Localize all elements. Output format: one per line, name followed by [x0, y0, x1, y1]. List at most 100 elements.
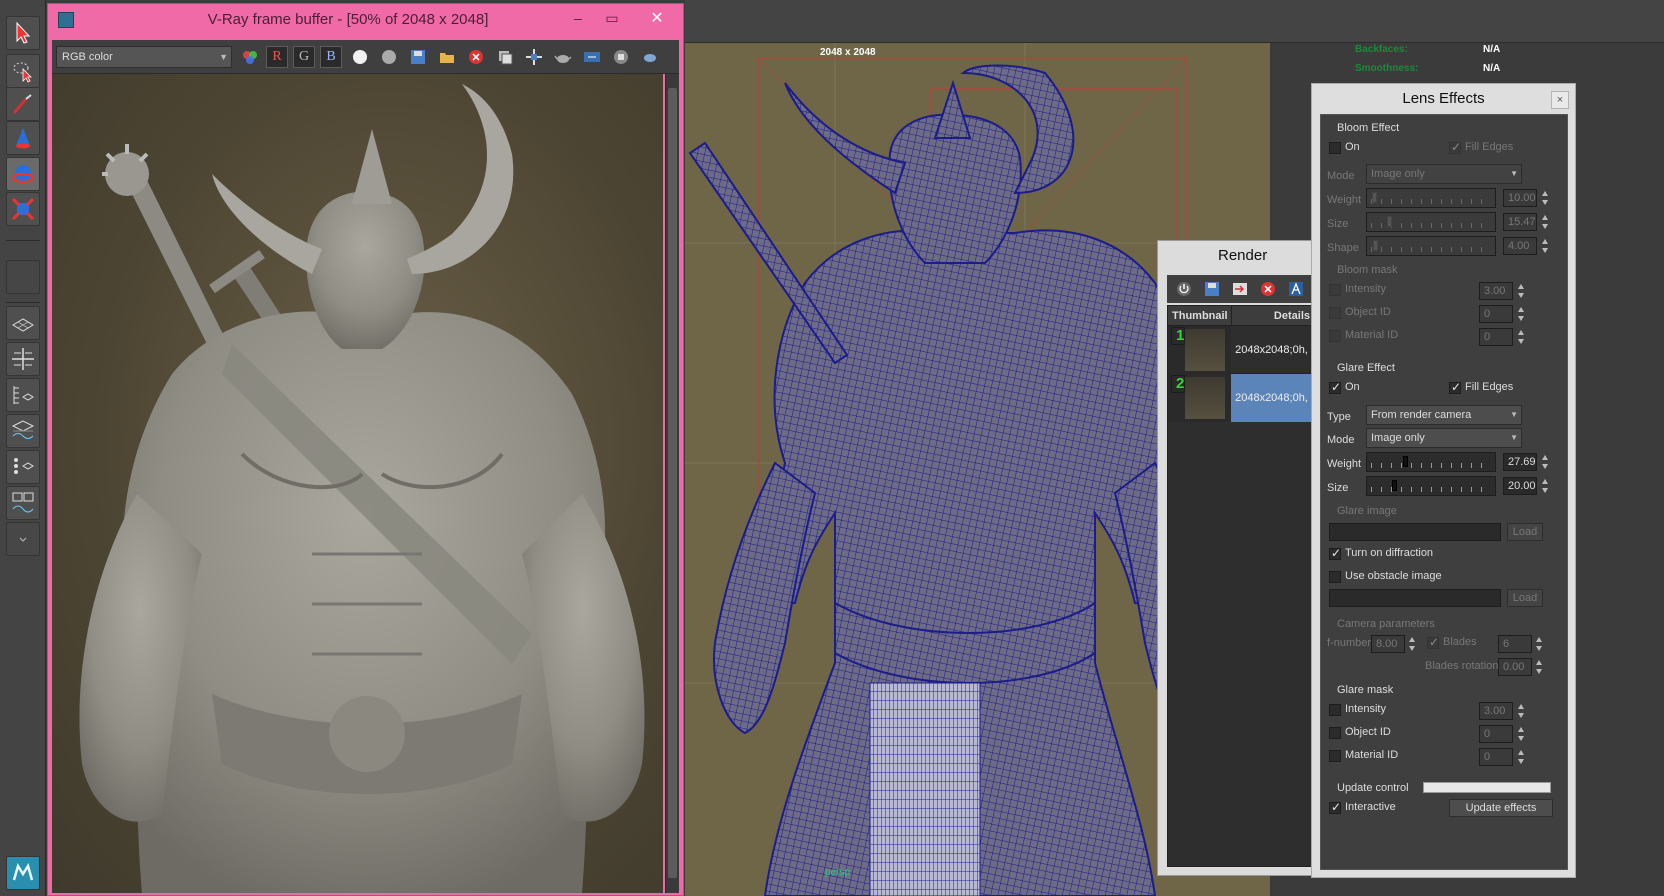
glare-size-slider[interactable] [1366, 476, 1496, 496]
bloom-intensity-checkbox[interactable] [1329, 284, 1341, 296]
fnumber-value[interactable]: 8.00 [1371, 635, 1405, 653]
scale-tool-button[interactable] [6, 192, 40, 226]
glare-mode-select[interactable]: Image only ▼ [1366, 428, 1522, 448]
paint-select-tool-button[interactable] [6, 87, 40, 121]
render-region-button[interactable] [639, 46, 661, 68]
bloom-size-value[interactable]: 15.47 [1503, 213, 1537, 231]
interactive-checkbox[interactable] [1329, 800, 1341, 814]
save-button[interactable] [1201, 278, 1223, 300]
scrollbar-thumb[interactable] [668, 88, 677, 878]
bloom-shape-value[interactable]: 4.00 [1503, 237, 1537, 255]
glare-fill-edges-checkbox[interactable] [1449, 380, 1461, 394]
duplicate-button[interactable] [494, 46, 516, 68]
red-channel-button[interactable]: R [266, 45, 288, 68]
channel-select[interactable]: RGB color ▼ [56, 45, 232, 68]
bloom-on-checkbox[interactable] [1329, 142, 1341, 154]
bloom-object-id-checkbox[interactable] [1329, 307, 1341, 319]
save-image-button[interactable] [407, 46, 429, 68]
bloom-object-id-value[interactable]: 0 [1479, 305, 1513, 323]
outliner-layout-button[interactable] [6, 378, 40, 412]
persp-graph-layout-button[interactable] [6, 486, 40, 520]
blades-checkbox[interactable] [1427, 635, 1439, 649]
track-mouse-button[interactable] [523, 46, 545, 68]
bloom-material-id-value[interactable]: 0 [1479, 328, 1513, 346]
bloom-weight-spinner[interactable] [1541, 189, 1550, 207]
blades-value[interactable]: 6 [1498, 635, 1532, 653]
select-tool-button[interactable] [6, 16, 40, 50]
maximize-button[interactable]: ▭ [603, 8, 621, 28]
glare-image-path-field[interactable] [1329, 523, 1501, 541]
rendered-image[interactable] [52, 74, 663, 893]
bloom-shape-slider[interactable] [1366, 236, 1496, 256]
glare-intensity-value[interactable]: 3.00 [1479, 702, 1513, 720]
bloom-object-id-spinner[interactable] [1517, 305, 1526, 323]
bloom-shape-spinner[interactable] [1541, 237, 1550, 255]
bloom-mode-select[interactable]: Image only ▼ [1366, 164, 1522, 184]
glare-intensity-spinner[interactable] [1517, 702, 1526, 720]
blades-spinner[interactable] [1535, 635, 1544, 653]
bloom-intensity-spinner[interactable] [1517, 282, 1526, 300]
maya-logo-button[interactable] [6, 856, 40, 890]
bloom-fill-edges-checkbox[interactable] [1449, 140, 1461, 154]
four-view-layout-button[interactable] [6, 342, 40, 376]
blades-rotation-value[interactable]: 0.00 [1498, 658, 1532, 676]
history-row[interactable]: 2 2048x2048;0h, [1168, 374, 1312, 422]
bloom-material-id-checkbox[interactable] [1329, 330, 1341, 342]
hypershade-layout-button[interactable] [6, 450, 40, 484]
single-layout-button[interactable] [6, 306, 40, 340]
obstacle-image-checkbox[interactable] [1329, 571, 1341, 583]
glare-object-id-checkbox[interactable] [1329, 727, 1341, 739]
blue-channel-button[interactable]: B [320, 45, 342, 68]
glare-type-select[interactable]: From render camera ▼ [1366, 405, 1522, 425]
green-channel-button[interactable]: G [293, 45, 315, 68]
alpha-button[interactable] [349, 46, 371, 68]
history-row[interactable]: 1 2048x2048;0h, [1168, 326, 1312, 374]
glare-image-load-button[interactable]: Load [1507, 523, 1543, 541]
render-button[interactable] [552, 46, 574, 68]
bloom-size-slider[interactable] [1366, 212, 1496, 232]
column-header-details[interactable]: Details [1231, 306, 1312, 325]
minimize-button[interactable]: – [569, 8, 587, 28]
load-image-button[interactable] [436, 46, 458, 68]
vfb-vertical-scrollbar[interactable] [665, 74, 679, 893]
glare-object-id-value[interactable]: 0 [1479, 725, 1513, 743]
rotate-tool-button[interactable] [6, 157, 40, 191]
stop-render-button[interactable] [610, 46, 632, 68]
layout-options-button[interactable] [6, 522, 40, 556]
obstacle-image-path-field[interactable] [1329, 589, 1501, 607]
update-effects-button[interactable]: Update effects [1449, 799, 1553, 817]
clear-image-button[interactable] [465, 46, 487, 68]
blades-rotation-spinner[interactable] [1535, 658, 1544, 676]
glare-weight-spinner[interactable] [1541, 453, 1550, 471]
column-header-thumbnail[interactable]: Thumbnail [1168, 306, 1231, 325]
glare-material-id-value[interactable]: 0 [1479, 748, 1513, 766]
glare-size-spinner[interactable] [1541, 477, 1550, 495]
power-button[interactable] [1173, 278, 1195, 300]
bloom-weight-slider[interactable] [1366, 188, 1496, 208]
lasso-tool-button[interactable] [6, 54, 40, 88]
close-button[interactable]: × [1551, 91, 1569, 109]
glare-weight-slider[interactable] [1366, 452, 1496, 472]
glare-material-id-spinner[interactable] [1517, 748, 1526, 766]
obstacle-image-load-button[interactable]: Load [1507, 589, 1543, 607]
diffraction-checkbox[interactable] [1329, 546, 1341, 560]
glare-size-value[interactable]: 20.00 [1503, 477, 1537, 495]
glare-material-id-checkbox[interactable] [1329, 750, 1341, 762]
last-tool-button[interactable] [6, 260, 40, 294]
close-button[interactable]: ✕ [637, 8, 677, 28]
lens-effects-button[interactable] [581, 46, 603, 68]
graph-layout-button[interactable] [6, 414, 40, 448]
delete-button[interactable] [1257, 278, 1279, 300]
glare-object-id-spinner[interactable] [1517, 725, 1526, 743]
bloom-weight-value[interactable]: 10.00 [1503, 189, 1537, 207]
compare-button[interactable] [1285, 278, 1307, 300]
fnumber-spinner[interactable] [1408, 635, 1417, 653]
vfb-title-bar[interactable]: V-Ray frame buffer - [50% of 2048 x 2048… [48, 4, 683, 34]
bloom-intensity-value[interactable]: 3.00 [1479, 282, 1513, 300]
color-corrections-button[interactable] [239, 46, 261, 68]
glare-weight-value[interactable]: 27.69 [1503, 453, 1537, 471]
bloom-material-id-spinner[interactable] [1517, 328, 1526, 346]
glare-intensity-checkbox[interactable] [1329, 704, 1341, 716]
bloom-size-spinner[interactable] [1541, 213, 1550, 231]
mono-button[interactable] [378, 46, 400, 68]
